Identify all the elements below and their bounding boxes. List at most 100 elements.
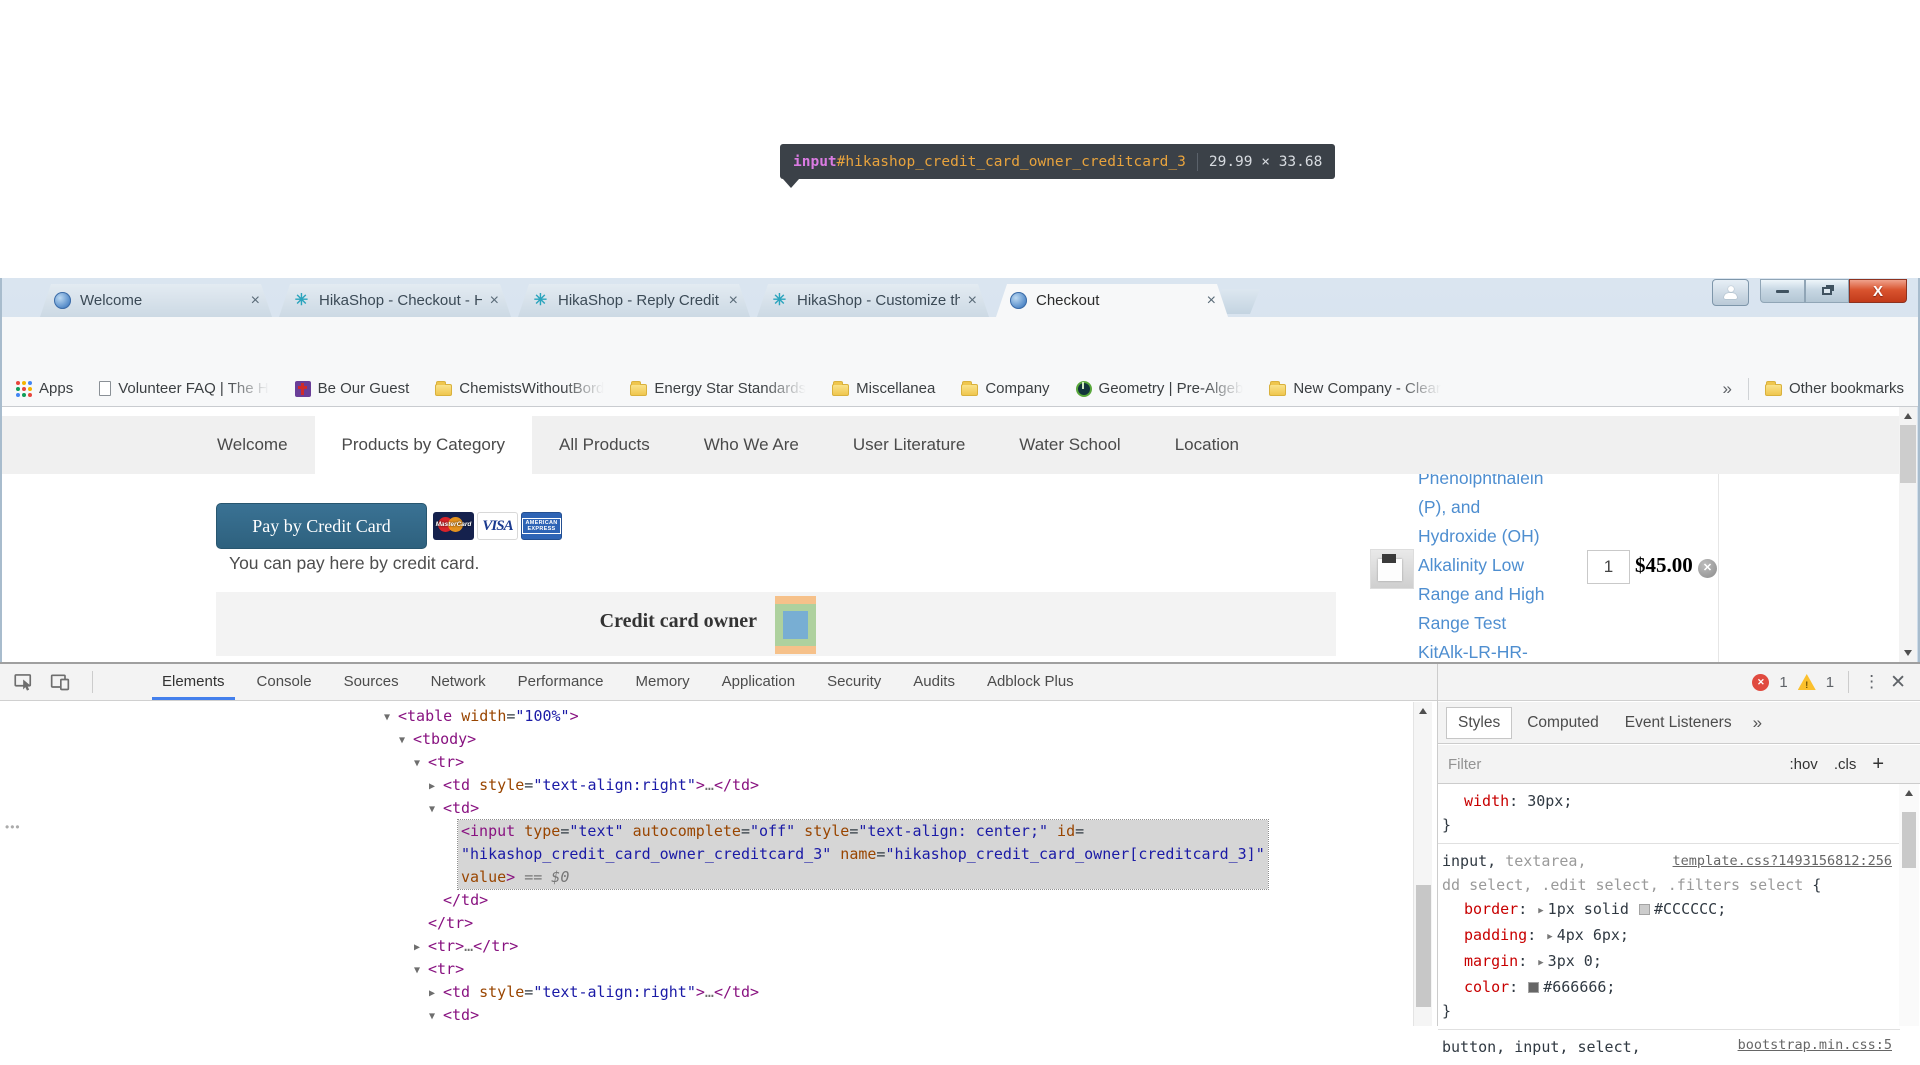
bookmark-item[interactable]: Be Our Guest xyxy=(295,380,410,397)
devtools-tab-performance[interactable]: Performance xyxy=(502,664,620,700)
dom-row[interactable]: ▼<tbody> xyxy=(0,728,1412,751)
inspect-element-icon[interactable] xyxy=(14,672,34,692)
expand-arrow-icon[interactable]: ▼ xyxy=(414,752,428,775)
sidebar-tab-event-listeners[interactable]: Event Listeners xyxy=(1614,708,1743,738)
bookmark-item[interactable]: Energy Star Standards xyxy=(630,380,806,397)
devtools-tab-console[interactable]: Console xyxy=(241,664,328,700)
dom-row[interactable]: ▼<table width="100%"> xyxy=(0,705,1412,728)
element-classes-button[interactable]: .cls xyxy=(1834,756,1857,773)
devtools-menu-button[interactable]: ⋮ xyxy=(1863,672,1880,692)
bookmark-item[interactable]: New Company - Clear xyxy=(1269,380,1441,397)
dom-row[interactable]: ▼<tr> xyxy=(0,958,1412,981)
devtools-tab-network[interactable]: Network xyxy=(415,664,502,700)
expand-arrow-icon[interactable]: ▶ xyxy=(414,936,428,959)
css-rule-bootstrap[interactable]: button, input, select, bootstrap.min.css… xyxy=(1438,1030,1900,1065)
tab-close-icon[interactable]: × xyxy=(482,292,499,310)
nav-item[interactable]: User Literature xyxy=(826,416,992,474)
dom-row[interactable]: </tr> xyxy=(0,912,1412,935)
browser-tab[interactable]: ✳HikaShop - Checkout - H× xyxy=(279,284,511,317)
browser-tab[interactable]: Checkout× xyxy=(996,284,1228,317)
scrollbar-thumb[interactable] xyxy=(1902,812,1916,868)
color-swatch[interactable] xyxy=(1639,904,1650,915)
other-bookmarks-button[interactable]: Other bookmarks xyxy=(1765,380,1904,397)
devtools-close-button[interactable]: ✕ xyxy=(1890,671,1906,694)
expand-arrow-icon[interactable]: ▼ xyxy=(429,1005,443,1028)
bookmark-item[interactable]: Miscellanea xyxy=(832,380,935,397)
nav-item[interactable]: Products by Category xyxy=(315,416,532,474)
css-source-link[interactable]: bootstrap.min.css:5 xyxy=(1738,1033,1892,1057)
devtools-tab-security[interactable]: Security xyxy=(811,664,897,700)
product-link-line[interactable]: Alkalinity Low xyxy=(1418,551,1593,580)
product-link-line[interactable]: Range Test xyxy=(1418,609,1593,638)
scroll-up-button[interactable] xyxy=(1899,784,1919,801)
expand-arrow-icon[interactable]: ▼ xyxy=(399,729,413,752)
css-property[interactable]: border: ▶1px solid #CCCCCC; xyxy=(1442,897,1900,923)
bookmarks-overflow-chevron[interactable]: » xyxy=(1722,379,1731,399)
expand-arrow-icon[interactable]: ▼ xyxy=(384,706,398,729)
css-source-link[interactable]: template.css?1493156812:256 xyxy=(1673,849,1892,873)
browser-tab[interactable]: ✳HikaShop - Reply Credit C× xyxy=(518,284,750,317)
minimize-button[interactable] xyxy=(1760,279,1805,303)
bookmark-item[interactable]: Company xyxy=(961,380,1049,397)
credit-card-owner-input[interactable] xyxy=(783,611,808,639)
browser-tab[interactable]: ✳HikaShop - Customize th× xyxy=(757,284,989,317)
color-swatch[interactable] xyxy=(1528,982,1539,993)
expand-arrow-icon[interactable]: ▶ xyxy=(429,982,443,1005)
nav-item[interactable]: Water School xyxy=(992,416,1147,474)
sidebar-tab-computed[interactable]: Computed xyxy=(1516,708,1610,738)
css-property[interactable]: padding: ▶4px 6px; xyxy=(1442,923,1900,949)
bookmark-item[interactable]: ChemistsWithoutBord xyxy=(435,380,604,397)
scrollbar-thumb[interactable] xyxy=(1900,425,1916,483)
expand-arrow-icon[interactable]: ▶ xyxy=(1538,951,1543,975)
expand-arrow-icon[interactable]: ▶ xyxy=(1547,925,1552,949)
css-rule-tail[interactable]: width: 30px; } xyxy=(1438,784,1900,844)
tab-close-icon[interactable]: × xyxy=(243,292,260,310)
product-link-line[interactable]: Hydroxide (OH) xyxy=(1418,522,1593,551)
devtools-tab-elements[interactable]: Elements xyxy=(146,664,241,700)
profile-button[interactable] xyxy=(1712,279,1749,306)
product-link-line[interactable]: Range and High xyxy=(1418,580,1593,609)
expand-arrow-icon[interactable]: ▼ xyxy=(414,959,428,982)
error-badge-icon[interactable]: ✕ xyxy=(1752,674,1769,691)
bookmark-item[interactable]: Volunteer FAQ | The H xyxy=(99,380,268,397)
nav-item[interactable]: Location xyxy=(1148,416,1266,474)
devtools-tab-audits[interactable]: Audits xyxy=(897,664,971,700)
tab-close-icon[interactable]: × xyxy=(1199,292,1216,310)
devtools-tab-adblock-plus[interactable]: Adblock Plus xyxy=(971,664,1090,700)
scroll-up-button[interactable] xyxy=(1899,407,1917,424)
nav-item[interactable]: Who We Are xyxy=(677,416,826,474)
remove-item-button[interactable]: ✕ xyxy=(1698,559,1717,578)
scroll-down-button[interactable] xyxy=(1899,645,1917,662)
restore-button[interactable] xyxy=(1805,279,1849,303)
expand-arrow-icon[interactable]: ▶ xyxy=(429,775,443,798)
sidebar-tabs-overflow[interactable]: » xyxy=(1753,713,1762,733)
device-toolbar-icon[interactable] xyxy=(50,672,70,692)
page-scrollbar[interactable] xyxy=(1899,407,1917,662)
css-rule-input-textarea[interactable]: input, textarea, template.css?1493156812… xyxy=(1438,844,1900,1030)
product-thumbnail[interactable] xyxy=(1370,549,1414,589)
selected-dom-node[interactable]: <input type="text" autocomplete="off" st… xyxy=(458,820,1268,889)
devtools-tab-application[interactable]: Application xyxy=(706,664,811,700)
devtools-tab-sources[interactable]: Sources xyxy=(328,664,415,700)
tab-close-icon[interactable]: × xyxy=(721,292,738,310)
css-property[interactable]: color: #666666; xyxy=(1442,975,1900,999)
sidebar-tab-styles[interactable]: Styles xyxy=(1446,707,1512,739)
scroll-up-button[interactable] xyxy=(1414,702,1432,719)
pay-by-credit-card-button[interactable]: Pay by Credit Card xyxy=(216,503,427,549)
devtools-tab-memory[interactable]: Memory xyxy=(620,664,706,700)
quantity-input[interactable]: 1 xyxy=(1587,550,1630,584)
bookmark-item[interactable]: Apps xyxy=(16,380,73,397)
warning-badge-icon[interactable]: ! xyxy=(1798,674,1816,690)
styles-filter-input[interactable]: Filter xyxy=(1448,756,1789,773)
dom-row[interactable]: </td> xyxy=(0,889,1412,912)
nav-item[interactable]: All Products xyxy=(532,416,677,474)
dom-row[interactable]: ▶<td style="text-align:right">…</td> xyxy=(0,981,1412,1004)
bookmark-item[interactable]: Geometry | Pre-Algeb xyxy=(1076,380,1244,397)
close-window-button[interactable]: X xyxy=(1849,279,1907,303)
elements-scrollbar[interactable] xyxy=(1413,702,1432,1026)
scrollbar-thumb[interactable] xyxy=(1416,885,1431,1007)
dom-row[interactable]: ▶<tr>…</tr> xyxy=(0,935,1412,958)
browser-tab[interactable]: Welcome× xyxy=(40,284,272,317)
expand-arrow-icon[interactable]: ▼ xyxy=(429,798,443,821)
product-link-line[interactable]: (P), and xyxy=(1418,493,1593,522)
